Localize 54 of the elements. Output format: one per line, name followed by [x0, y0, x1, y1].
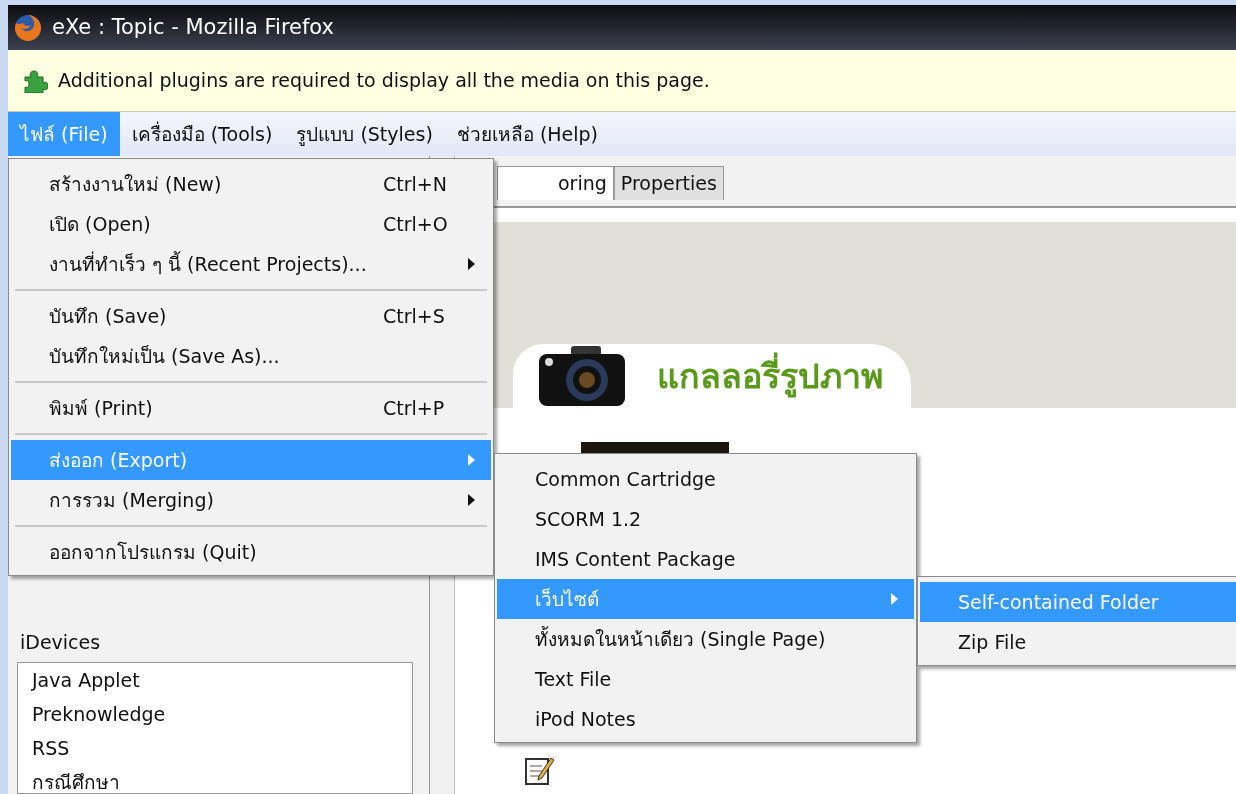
browser-logo-icon: [14, 13, 42, 42]
menu-item[interactable]: SCORM 1.2: [497, 499, 914, 539]
idevice-item[interactable]: กรณีศึกษา: [32, 765, 412, 793]
idevice-item[interactable]: Java Applet: [32, 663, 412, 697]
idevices-label: iDevices: [19, 629, 102, 655]
menu-item-label: บันทึก (Save): [49, 303, 168, 329]
shortcut-text: Ctrl+P: [383, 395, 446, 421]
menu-item[interactable]: ออกจากโปรแกรม (Quit): [11, 532, 491, 572]
menu-item[interactable]: สร้างงานใหม่ (New) Ctrl+N: [11, 164, 491, 204]
notification-text: Additional plugins are required to display all the media on this page.: [58, 68, 710, 94]
menu-item[interactable]: บันทึก (Save) Ctrl+S: [11, 296, 491, 336]
tab[interactable]: Properties: [613, 166, 724, 200]
menu-bar-item[interactable]: ช่วยเหลือ (Help): [444, 112, 611, 156]
menu-item-label: Self-contained Folder: [958, 589, 1160, 615]
menu-item[interactable]: การรวม (Merging): [11, 480, 491, 520]
menu-item-label: iPod Notes: [535, 706, 637, 732]
menu-item[interactable]: Zip File: [920, 622, 1236, 662]
menu-item-label: ทั้งหมดในหน้าเดียว (Single Page): [535, 625, 827, 652]
menu-item-label: บันทึกใหม่เป็น (Save As)...: [49, 343, 281, 369]
menu-item-label: ส่งออก (Export): [49, 447, 189, 473]
puzzle-piece-icon: [22, 68, 48, 93]
idevice-item[interactable]: Preknowledge: [32, 697, 412, 731]
menu-item[interactable]: บันทึกใหม่เป็น (Save As)...: [11, 336, 491, 376]
shortcut-text: Ctrl+N: [383, 171, 448, 197]
menu-item[interactable]: เปิด (Open) Ctrl+O: [11, 204, 491, 244]
menu-item[interactable]: พิมพ์ (Print) Ctrl+P: [11, 388, 491, 428]
shortcut-text: Ctrl+S: [383, 303, 446, 329]
window-title: eXe : Topic - Mozilla Firefox: [52, 13, 334, 41]
idevices-list[interactable]: Java Applet Preknowledge RSS กรณีศึกษา: [17, 662, 413, 794]
menu-item[interactable]: Common Cartridge: [497, 459, 914, 499]
menu-item-label: Common Cartridge: [535, 466, 717, 492]
menu-item-label: งานที่ทำเร็ว ๆ นี้ (Recent Projects)...: [49, 250, 368, 277]
menu-item-label: Text File: [535, 666, 613, 692]
menu-bar-item[interactable]: เครื่องมือ (Tools): [119, 112, 285, 156]
menu-item-label: IMS Content Package: [535, 546, 737, 572]
shortcut-text: Ctrl+O: [383, 211, 449, 237]
menu-item[interactable]: IMS Content Package: [497, 539, 914, 579]
menu-item[interactable]: iPod Notes: [497, 699, 914, 739]
menu-item[interactable]: ทั้งหมดในหน้าเดียว (Single Page): [497, 619, 914, 659]
tab[interactable]: oring: [497, 166, 614, 200]
menu-item[interactable]: งานที่ทำเร็ว ๆ นี้ (Recent Projects)...: [11, 244, 491, 284]
menu-item-label: สร้างงานใหม่ (New): [49, 171, 223, 197]
menu-item-label: Zip File: [958, 629, 1028, 655]
menu-item-label: ออกจากโปรแกรม (Quit): [49, 539, 258, 565]
menu-item-label: เว็บไซต์: [535, 586, 600, 612]
menu-item-label: พิมพ์ (Print): [49, 395, 154, 421]
menu-bar-item[interactable]: รูปแบบ (Styles): [284, 112, 445, 156]
idevice-item[interactable]: RSS: [32, 731, 412, 765]
menu-item-label: เปิด (Open): [49, 211, 152, 237]
content-heading: แกลลอรี่รูปภาพ: [657, 350, 883, 402]
menu-item-label: SCORM 1.2: [535, 506, 643, 532]
menu-item-label: การรวม (Merging): [49, 487, 215, 513]
camera-icon: [537, 344, 627, 408]
menu-item[interactable]: Text File: [497, 659, 914, 699]
